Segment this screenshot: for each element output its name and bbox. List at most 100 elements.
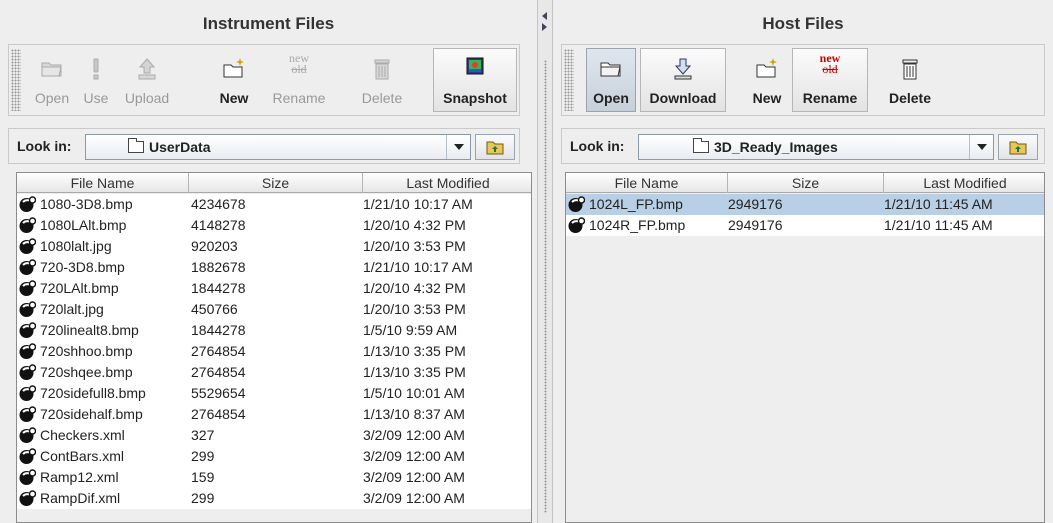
- toolbar-grip[interactable]: [564, 49, 574, 111]
- look-in-dropdown[interactable]: 3D_Ready_Images: [638, 134, 994, 160]
- file-name: 720LAlt.bmp: [40, 280, 119, 296]
- up-folder-button[interactable]: [998, 134, 1038, 160]
- table-row[interactable]: 720-3D8.bmp 1882678 1/21/10 10:17 AM: [17, 257, 531, 278]
- snapshot-button[interactable]: Snapshot: [433, 48, 517, 112]
- rename-button[interactable]: new old Rename: [792, 48, 868, 112]
- file-name-cell: 1080-3D8.bmp: [19, 194, 187, 215]
- column-header-file-name[interactable]: File Name: [566, 173, 728, 193]
- collapse-right-icon[interactable]: [542, 23, 547, 31]
- table-row[interactable]: Checkers.xml 327 3/2/09 12:00 AM: [17, 425, 531, 446]
- pane-splitter[interactable]: [537, 0, 553, 523]
- table-row[interactable]: 720linealt8.bmp 1844278 1/5/10 9:59 AM: [17, 320, 531, 341]
- file-icon: [568, 196, 585, 212]
- file-modified-cell: 1/20/10 4:32 PM: [363, 217, 466, 233]
- upload-icon: [118, 57, 176, 81]
- file-name: 1080lalt.jpg: [40, 238, 112, 254]
- new-folder-icon: [747, 57, 787, 81]
- table-row[interactable]: 1080LAlt.bmp 4148278 1/20/10 4:32 PM: [17, 215, 531, 236]
- table-row[interactable]: 1024R_FP.bmp 2949176 1/21/10 11:45 AM: [566, 215, 1044, 236]
- delete-button[interactable]: Delete: [351, 48, 413, 112]
- toolbar-grip[interactable]: [11, 49, 21, 111]
- up-folder-button[interactable]: [475, 134, 515, 160]
- file-name: 1024R_FP.bmp: [589, 217, 686, 233]
- file-name-cell: 1080lalt.jpg: [19, 236, 187, 257]
- up-folder-icon: [486, 141, 504, 155]
- pane-title: Host Files: [762, 14, 844, 33]
- file-name-cell: 720sidehalf.bmp: [19, 404, 187, 425]
- column-header-last-modified[interactable]: Last Modified: [884, 173, 1044, 193]
- file-size-cell: 4148278: [191, 217, 246, 233]
- download-button[interactable]: Download: [640, 48, 726, 112]
- file-name-cell: 720-3D8.bmp: [19, 257, 187, 278]
- table-row[interactable]: 720sidehalf.bmp 2764854 1/13/10 8:37 AM: [17, 404, 531, 425]
- file-name: 720sidefull8.bmp: [40, 385, 146, 401]
- table-row[interactable]: 720sidefull8.bmp 5529654 1/5/10 10:01 AM: [17, 383, 531, 404]
- pane-title: Instrument Files: [202, 14, 335, 33]
- table-row[interactable]: 720LAlt.bmp 1844278 1/20/10 4:32 PM: [17, 278, 531, 299]
- look-in-dropdown[interactable]: UserData: [85, 134, 471, 160]
- rename-icon: new old: [819, 51, 841, 76]
- file-name-cell: 720LAlt.bmp: [19, 278, 187, 299]
- file-modified-cell: 3/2/09 12:00 AM: [363, 469, 465, 485]
- file-name-cell: Checkers.xml: [19, 425, 187, 446]
- file-name: Ramp12.xml: [40, 469, 119, 485]
- file-modified-cell: 1/21/10 10:17 AM: [363, 259, 473, 275]
- file-size-cell: 4234678: [191, 196, 246, 212]
- use-button[interactable]: Use: [77, 48, 115, 112]
- file-modified-cell: 1/21/10 10:17 AM: [363, 196, 473, 212]
- open-button[interactable]: Open: [586, 48, 636, 112]
- table-row[interactable]: RampDif.xml 299 3/2/09 12:00 AM: [17, 488, 531, 509]
- file-name: 1024L_FP.bmp: [589, 196, 683, 212]
- table-row[interactable]: Ramp12.xml 159 3/2/09 12:00 AM: [17, 467, 531, 488]
- table-row[interactable]: 1080lalt.jpg 920203 1/20/10 3:53 PM: [17, 236, 531, 257]
- file-modified-cell: 1/20/10 3:53 PM: [363, 238, 466, 254]
- file-icon: [19, 385, 36, 401]
- file-name-cell: 1024R_FP.bmp: [568, 215, 726, 236]
- file-name-cell: 720shqee.bmp: [19, 362, 187, 383]
- instrument-file-table: File Name Size Last Modified 1080-3D8.bm…: [16, 172, 532, 523]
- file-name: 720shqee.bmp: [40, 364, 133, 380]
- table-row[interactable]: 720shqee.bmp 2764854 1/13/10 3:35 PM: [17, 362, 531, 383]
- up-folder-icon: [1009, 141, 1027, 155]
- look-in-label: Look in:: [17, 138, 72, 154]
- column-header-file-name[interactable]: File Name: [17, 173, 189, 193]
- file-size-cell: 299: [191, 448, 215, 464]
- host-files-pane: Host Files Open Download New new old Ren…: [553, 0, 1053, 523]
- table-row[interactable]: 1080-3D8.bmp 4234678 1/21/10 10:17 AM: [17, 194, 531, 215]
- file-icon: [19, 280, 36, 296]
- file-modified-cell: 1/5/10 9:59 AM: [363, 322, 458, 338]
- file-icon: [19, 448, 36, 464]
- open-button[interactable]: Open: [29, 48, 75, 112]
- trash-icon: [883, 57, 937, 81]
- file-icon: [19, 343, 36, 359]
- table-row[interactable]: ContBars.xml 299 3/2/09 12:00 AM: [17, 446, 531, 467]
- chevron-down-icon[interactable]: [969, 135, 993, 159]
- column-header-size[interactable]: Size: [189, 173, 363, 193]
- upload-button[interactable]: Upload: [117, 48, 177, 112]
- file-icon: [19, 259, 36, 275]
- chevron-down-icon[interactable]: [446, 135, 470, 159]
- file-modified-cell: 1/5/10 10:01 AM: [363, 385, 465, 401]
- table-row[interactable]: 1024L_FP.bmp 2949176 1/21/10 11:45 AM: [566, 194, 1044, 215]
- file-icon: [19, 217, 36, 233]
- table-row[interactable]: 720lalt.jpg 450766 1/20/10 3:53 PM: [17, 299, 531, 320]
- file-modified-cell: 3/2/09 12:00 AM: [363, 490, 465, 506]
- table-row[interactable]: 720shhoo.bmp 2764854 1/13/10 3:35 PM: [17, 341, 531, 362]
- column-header-size[interactable]: Size: [728, 173, 884, 193]
- column-header-last-modified[interactable]: Last Modified: [363, 173, 531, 193]
- file-icon: [19, 469, 36, 485]
- file-modified-cell: 3/2/09 12:00 AM: [363, 448, 465, 464]
- look-in-value: UserData: [149, 139, 211, 155]
- rename-button[interactable]: new old Rename: [261, 48, 337, 112]
- file-modified-cell: 1/13/10 8:37 AM: [363, 406, 465, 422]
- file-modified-cell: 1/13/10 3:35 PM: [363, 364, 466, 380]
- instrument-files-pane: Instrument Files Open Use Upload New new…: [0, 0, 537, 523]
- host-file-table: File Name Size Last Modified 1024L_FP.bm…: [565, 172, 1045, 523]
- file-size-cell: 2949176: [728, 196, 783, 212]
- file-icon: [568, 217, 585, 233]
- collapse-left-icon[interactable]: [542, 12, 547, 20]
- file-name: Checkers.xml: [40, 427, 125, 443]
- new-button[interactable]: New: [211, 48, 257, 112]
- new-button[interactable]: New: [746, 48, 788, 112]
- delete-button[interactable]: Delete: [882, 48, 938, 112]
